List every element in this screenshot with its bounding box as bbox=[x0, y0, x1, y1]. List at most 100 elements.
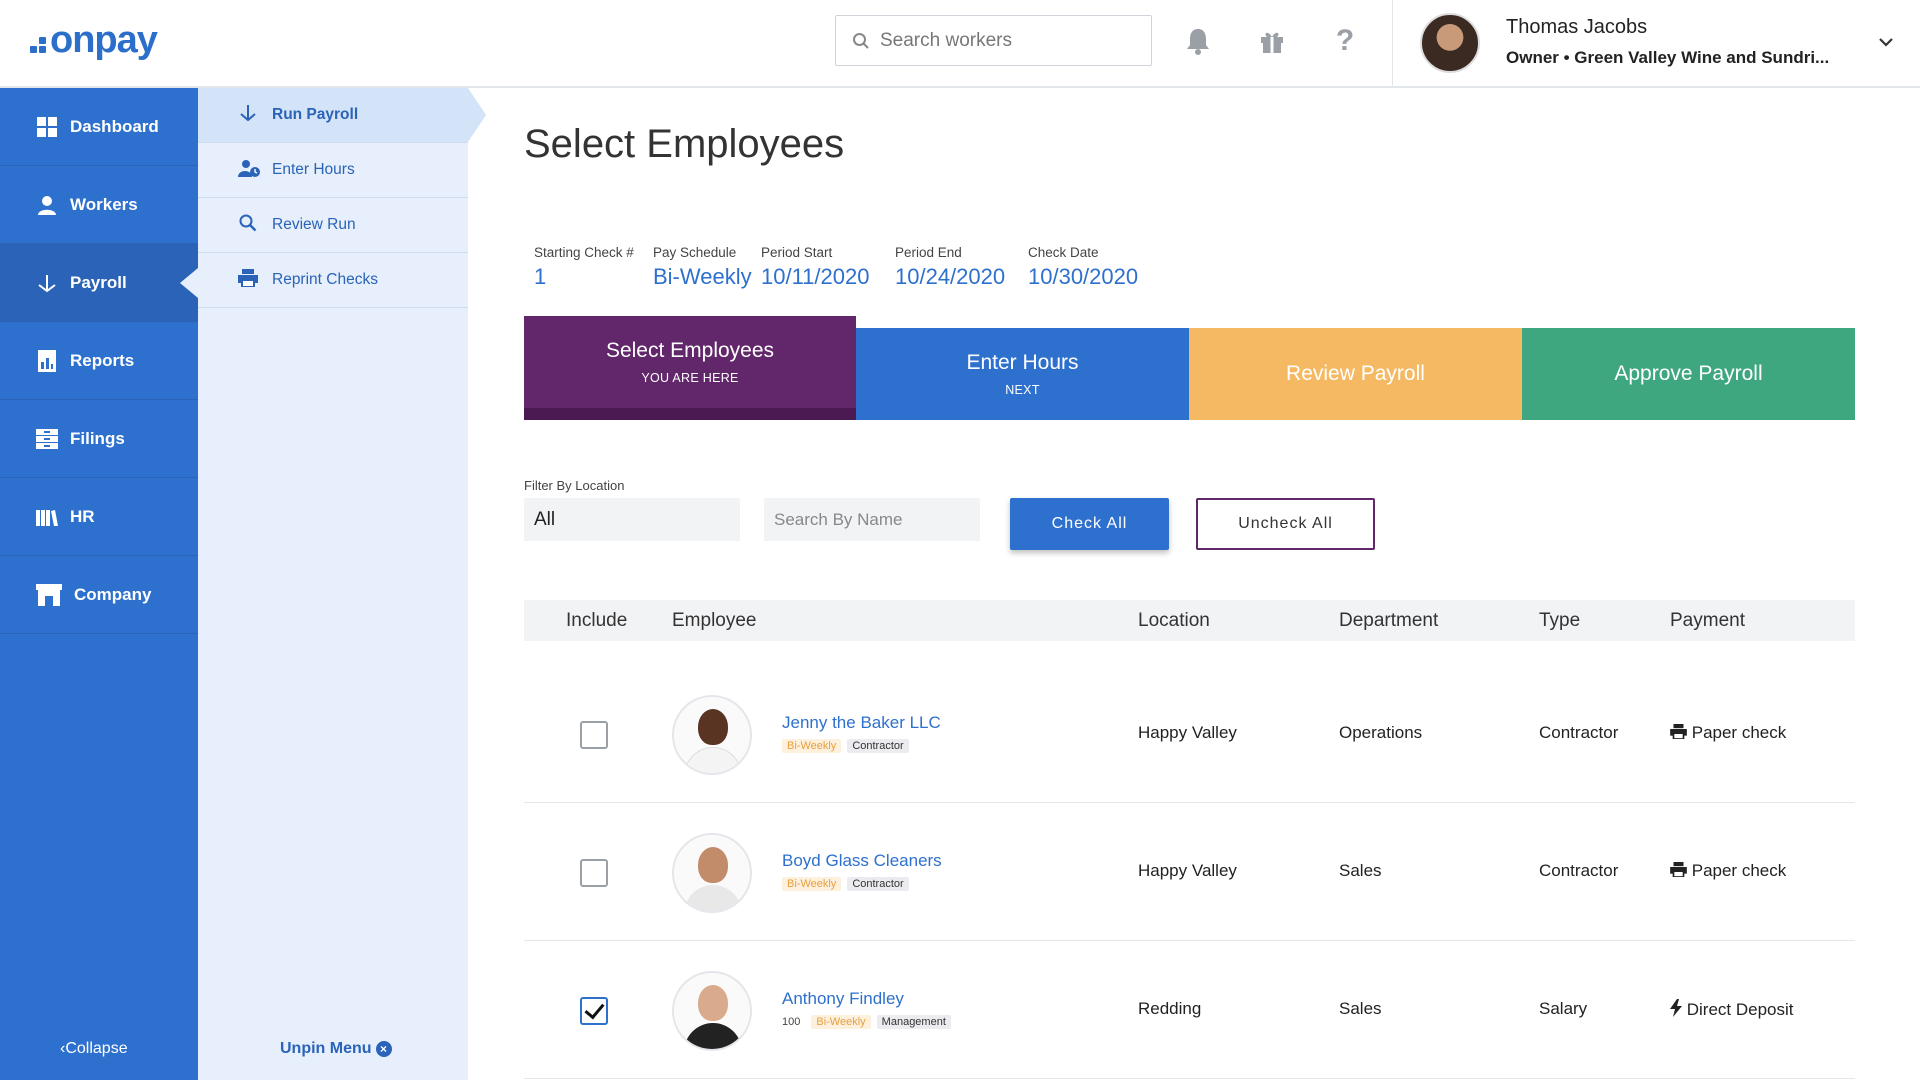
user-avatar[interactable] bbox=[1420, 13, 1480, 73]
unpin-menu-button[interactable]: Unpin Menu × bbox=[280, 1040, 392, 1058]
sidebar-item-label: Reports bbox=[70, 350, 135, 370]
main-sidebar: Dashboard Workers Payroll Reports Filing… bbox=[0, 88, 198, 1080]
sidebar-item-filings[interactable]: Filings bbox=[0, 400, 198, 478]
user-role: Owner • Green Valley Wine and Sundri... bbox=[1506, 48, 1830, 67]
step-subtitle: YOU ARE HERE bbox=[641, 371, 739, 385]
submenu-item-label: Run Payroll bbox=[272, 106, 359, 123]
step-enter-hours[interactable]: Enter Hours NEXT bbox=[856, 328, 1189, 420]
sidebar-item-label: Workers bbox=[70, 194, 138, 214]
sidebar-item-label: Filings bbox=[70, 428, 125, 448]
column-header-department: Department bbox=[1339, 610, 1439, 631]
employee-name-link[interactable]: Boyd Glass Cleaners bbox=[782, 851, 942, 871]
step-approve-payroll[interactable]: Approve Payroll bbox=[1522, 328, 1855, 420]
search-by-name-input[interactable] bbox=[774, 509, 974, 530]
submenu-item-run-payroll[interactable]: Run Payroll bbox=[198, 88, 486, 143]
kind-tag: Contractor bbox=[847, 877, 909, 891]
meta-period-end: Period End 10/24/2020 bbox=[895, 245, 1005, 290]
include-checkbox[interactable] bbox=[580, 721, 608, 749]
avatar-body bbox=[684, 885, 742, 911]
magnifier-icon bbox=[238, 214, 258, 237]
search-by-name-box[interactable] bbox=[764, 498, 980, 541]
payroll-icon bbox=[238, 104, 258, 127]
table-row: Jenny the Baker LLC Bi-Weekly Contractor… bbox=[524, 665, 1855, 803]
search-workers-input[interactable] bbox=[880, 29, 1140, 52]
sidebar-item-payroll[interactable]: Payroll bbox=[0, 244, 198, 322]
sidebar-item-label: Payroll bbox=[70, 272, 127, 292]
meta-value: Bi-Weekly bbox=[653, 264, 752, 289]
location-cell: Redding bbox=[1138, 999, 1202, 1018]
meta-label: Pay Schedule bbox=[653, 245, 737, 260]
sidebar-item-dashboard[interactable]: Dashboard bbox=[0, 88, 198, 166]
column-header-employee: Employee bbox=[672, 610, 757, 631]
search-workers-box[interactable] bbox=[835, 15, 1152, 66]
type-cell: Contractor bbox=[1539, 723, 1619, 742]
department-cell: Sales bbox=[1339, 861, 1382, 880]
step-title: Review Payroll bbox=[1286, 362, 1425, 385]
employee-avatar bbox=[672, 695, 752, 775]
table-row: Boyd Glass Cleaners Bi-Weekly Contractor… bbox=[524, 803, 1855, 941]
type-cell: Salary bbox=[1539, 999, 1588, 1018]
meta-label: Period End bbox=[895, 245, 962, 260]
payment-cell: Paper check bbox=[1670, 861, 1786, 881]
sidebar-item-workers[interactable]: Workers bbox=[0, 166, 198, 244]
payroll-submenu: Run Payroll Enter Hours Review Run Repri… bbox=[198, 88, 486, 1080]
location-cell: Happy Valley bbox=[1138, 723, 1237, 742]
payment-label: Paper check bbox=[1691, 723, 1787, 742]
close-circle-icon: × bbox=[375, 1041, 392, 1057]
meta-label: Period Start bbox=[761, 245, 833, 260]
sidebar-item-label: Dashboard bbox=[70, 116, 159, 136]
header-divider bbox=[1392, 0, 1393, 88]
gift-icon[interactable] bbox=[1255, 24, 1289, 58]
top-bar: onpay ? Thomas Jacobs Owner • Green Vall… bbox=[0, 0, 1920, 88]
submenu-item-reprint-checks[interactable]: Reprint Checks bbox=[198, 253, 468, 308]
kind-tag: Management bbox=[876, 1015, 951, 1029]
onpay-logo[interactable]: onpay bbox=[30, 19, 158, 61]
user-name[interactable]: Thomas Jacobs bbox=[1506, 16, 1647, 39]
search-icon bbox=[853, 32, 869, 49]
bell-icon[interactable] bbox=[1181, 24, 1215, 58]
sidebar-item-label: Company bbox=[74, 584, 152, 604]
department-cell: Operations bbox=[1339, 723, 1423, 742]
employee-name-link[interactable]: Anthony Findley bbox=[782, 989, 904, 1009]
filings-icon bbox=[36, 428, 58, 450]
workers-icon bbox=[36, 194, 58, 216]
column-header-type: Type bbox=[1539, 610, 1581, 631]
avatar-body bbox=[684, 747, 742, 773]
submenu-item-label: Reprint Checks bbox=[272, 271, 378, 288]
include-checkbox[interactable] bbox=[580, 859, 608, 887]
sidebar-item-hr[interactable]: HR bbox=[0, 478, 198, 556]
meta-value: 10/24/2020 bbox=[895, 264, 1006, 289]
payroll-icon bbox=[36, 272, 58, 294]
reports-icon bbox=[36, 349, 58, 372]
meta-check-date: Check Date 10/30/2020 bbox=[1028, 245, 1138, 290]
meta-label: Check Date bbox=[1028, 245, 1099, 260]
column-header-location: Location bbox=[1138, 610, 1210, 631]
step-select-employees[interactable]: Select Employees YOU ARE HERE bbox=[524, 316, 856, 420]
location-select[interactable]: All bbox=[524, 498, 740, 541]
type-cell: Contractor bbox=[1539, 861, 1619, 880]
location-cell: Happy Valley bbox=[1138, 861, 1237, 880]
meta-label: Starting Check # bbox=[534, 245, 634, 260]
dashboard-icon bbox=[36, 116, 58, 138]
sidebar-item-reports[interactable]: Reports bbox=[0, 322, 198, 400]
employee-name-link[interactable]: Jenny the Baker LLC bbox=[782, 713, 941, 733]
help-icon[interactable]: ? bbox=[1328, 24, 1362, 58]
meta-value: 10/11/2020 bbox=[761, 264, 870, 289]
table-row: Anthony Findley 100 Bi-Weekly Management… bbox=[524, 941, 1855, 1079]
include-checkbox[interactable] bbox=[580, 997, 608, 1025]
collapse-label: Collapse bbox=[65, 1040, 128, 1057]
submenu-item-review-run[interactable]: Review Run bbox=[198, 198, 468, 253]
submenu-item-enter-hours[interactable]: Enter Hours bbox=[198, 143, 468, 198]
employee-tags: 100 Bi-Weekly Management bbox=[782, 1015, 951, 1029]
uncheck-all-button[interactable]: Uncheck All bbox=[1196, 498, 1375, 550]
printer-icon bbox=[238, 268, 258, 292]
user-clock-icon bbox=[238, 159, 260, 182]
avatar-head bbox=[698, 847, 728, 883]
chevron-down-icon[interactable] bbox=[1878, 28, 1894, 54]
check-all-button[interactable]: Check All bbox=[1010, 498, 1169, 550]
payment-cell: Paper check bbox=[1670, 723, 1786, 743]
employee-tags: Bi-Weekly Contractor bbox=[782, 877, 909, 891]
sidebar-item-company[interactable]: Company bbox=[0, 556, 198, 634]
step-review-payroll[interactable]: Review Payroll bbox=[1189, 328, 1522, 420]
collapse-button[interactable]: ‹Collapse bbox=[60, 1040, 128, 1058]
